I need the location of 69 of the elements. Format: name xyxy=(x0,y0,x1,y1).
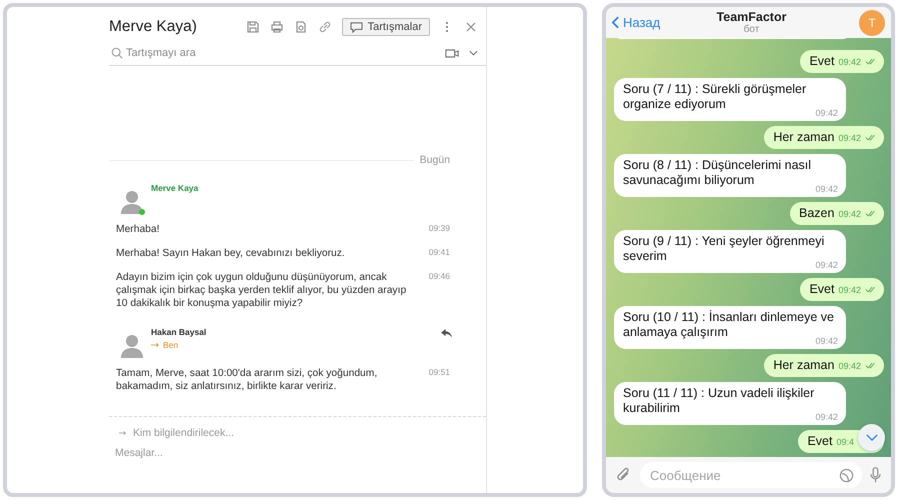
avatar-icon xyxy=(119,333,145,359)
link-icon[interactable] xyxy=(318,20,332,34)
chevron-down-icon[interactable] xyxy=(469,50,478,56)
back-chevron-icon xyxy=(612,16,619,29)
chat-title: TeamFactor xyxy=(716,10,786,24)
message-time: 09:42 xyxy=(838,361,861,371)
message-text: Soru (8 / 11) : Düşüncelerimi nasıl savunacağımı biliyorum xyxy=(623,158,812,188)
arrow-icon xyxy=(151,342,160,348)
chat-bubble-icon xyxy=(350,22,363,32)
double-check-icon xyxy=(865,362,876,369)
message-text: Bazen xyxy=(799,205,834,222)
microphone-icon[interactable] xyxy=(870,466,881,484)
message-time: 09:4 xyxy=(836,437,854,447)
message-text: Adayın bizim için çok uygun olduğunu düşünüyorum, ancak çalışmak için birkaç başka yerden teklif alıyor, bu yüzden arayıp 10 dakikalık bir konuşma yapabilir miyiz? xyxy=(116,271,408,310)
message-time: 09:51 xyxy=(428,367,450,379)
preview-icon[interactable] xyxy=(294,20,308,34)
date-divider: Bugün xyxy=(420,154,450,166)
message-time: 09:46 xyxy=(428,271,450,283)
scroll-down-button[interactable] xyxy=(858,424,885,451)
message-text: Merhaba! xyxy=(116,223,160,236)
double-check-icon xyxy=(865,58,876,65)
arrow-icon xyxy=(119,430,127,436)
message-text: Her zaman xyxy=(773,357,834,374)
recipients-field[interactable]: Kim bilgilendirilecek... xyxy=(133,425,333,441)
save-icon[interactable] xyxy=(246,20,260,34)
message-time: 09:39 xyxy=(428,223,450,235)
message-time: 09:42 xyxy=(838,133,861,143)
search-icon xyxy=(111,47,123,59)
message-field[interactable]: Mesajlar... xyxy=(115,445,315,461)
double-check-icon xyxy=(865,134,876,141)
message-text: Evet xyxy=(807,433,832,450)
window-title: Merve Kaya) xyxy=(109,18,198,36)
avatar-icon xyxy=(119,189,145,215)
message-time: 09:42 xyxy=(815,108,838,118)
sender-name: Merve Kaya xyxy=(151,183,200,193)
message-time: 09:42 xyxy=(838,285,861,295)
message-field[interactable]: Сообщение xyxy=(640,462,862,488)
double-check-icon xyxy=(865,286,876,293)
bot-avatar[interactable]: T xyxy=(859,10,885,36)
message-text: Her zaman xyxy=(773,129,834,146)
message-time: 09:42 xyxy=(838,209,861,219)
message-time: 09:42 xyxy=(815,260,838,270)
discussions-button[interactable]: Tartışmalar xyxy=(342,18,430,36)
message-text: Soru (7 / 11) : Sürekli görüşmeler organize ediyorum xyxy=(623,82,808,112)
chat-subtitle: бот xyxy=(744,24,760,35)
video-icon[interactable] xyxy=(445,48,459,58)
double-check-icon xyxy=(865,210,876,217)
recipient-name: Ben xyxy=(163,340,178,350)
reply-icon[interactable] xyxy=(441,329,452,338)
message-text: Soru (10 / 11) : İnsanları dinlemeye ve anlamaya çalışırım xyxy=(623,310,834,339)
message-text: Evet xyxy=(809,281,834,298)
search-field[interactable]: Tartışmayı ara xyxy=(126,47,445,59)
sender-name: Hakan Baysal xyxy=(151,327,208,337)
print-icon[interactable] xyxy=(270,20,284,34)
more-icon[interactable] xyxy=(445,20,449,34)
message-time: 09:42 xyxy=(815,184,838,194)
message-text: Tamam, Merve, saat 10:00'da ararım sizi, çok yoğundum, bakamadım, siz anlatırsınız, birlikte karar veririz. xyxy=(116,367,378,393)
message-time: 09:42 xyxy=(815,336,838,346)
message-text: Merhaba! Sayın Hakan bey, cevabınızı bekliyoruz. xyxy=(116,247,345,260)
message-time: 09:42 xyxy=(815,412,838,422)
chevron-down-icon xyxy=(866,434,878,441)
back-button[interactable]: Назад xyxy=(612,15,690,30)
message-text: Evet xyxy=(809,53,834,70)
message-text: Soru (9 / 11) : Yeni şeyler öğrenmeyi severim xyxy=(623,234,824,263)
close-icon[interactable] xyxy=(464,20,478,34)
message-time: 09:41 xyxy=(428,247,450,259)
sticker-icon[interactable] xyxy=(839,468,854,482)
message-text: Soru (11 / 11) : Uzun vadeli ilişkiler kurabilirim xyxy=(623,386,816,416)
message-time: 09:42 xyxy=(838,57,861,67)
